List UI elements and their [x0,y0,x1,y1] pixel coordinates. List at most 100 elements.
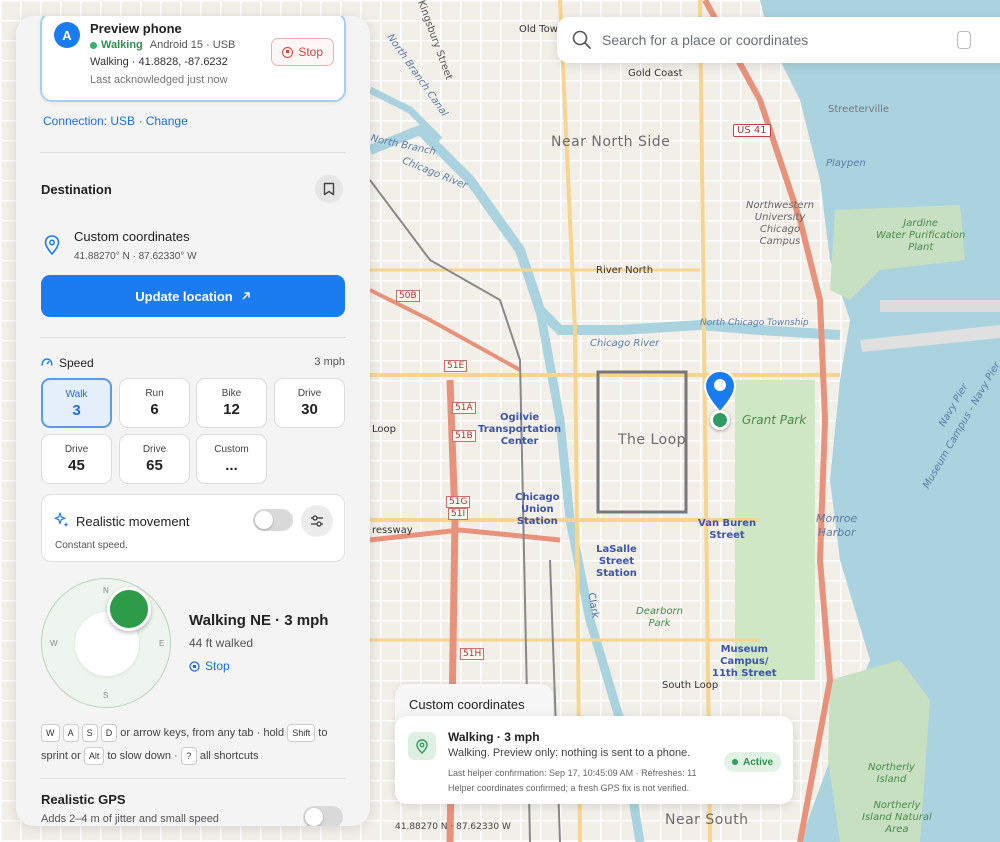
speed-mode-value: 45 [68,457,85,474]
speed-mode-label: Custom [214,444,249,455]
key-alt: Alt [83,747,105,766]
device-ack: Last acknowledged just now [90,74,228,86]
speed-title: Speed [59,356,94,370]
active-dot-icon [732,759,738,765]
map-route-51h: 51H [460,648,485,660]
device-name: Preview phone [90,21,182,36]
map-route-50b: 50B [396,290,420,302]
speed-value: 3 mph [314,356,345,368]
destination-pin-icon[interactable] [704,370,736,414]
speed-mode-label: Drive [297,388,322,399]
external-arrow-icon [242,292,250,300]
map-label-northerly-island: Northerly Island [868,762,915,785]
realistic-gps-subtitle: Adds 2–4 m of jitter and small speed [41,813,219,825]
speed-mode-value: 3 [72,402,81,419]
compass-south: S [103,691,109,700]
direction-joystick[interactable]: N S E W [41,578,171,708]
realistic-movement-card: Realistic movement Constant speed. [41,494,345,562]
joystick-knob[interactable] [107,587,151,631]
status-dot-icon [90,41,97,49]
realistic-movement-title: Realistic movement [76,514,190,529]
map-route-51g: 51G [446,496,471,508]
speed-mode-drive-65[interactable]: Drive 65 [119,434,190,484]
device-status: Walking Android 15 · USB [90,39,235,51]
key-s: S [81,724,98,743]
toggle-knob [305,808,323,826]
key-question: ? [180,747,197,766]
map-label-lasalle: LaSalle Street Station [596,544,637,579]
info-title: Walking · 3 mph [448,730,540,744]
key-w: W [41,724,60,743]
map-route-51b: 51B [452,430,476,442]
speed-mode-label: Drive [142,444,167,455]
map-label-streeterville: Streeterville [828,104,890,115]
info-verification-note: Helper coordinates confirmed; a fresh GP… [448,783,690,793]
key-d: D [100,724,118,743]
realistic-gps-toggle[interactable] [303,806,343,826]
update-location-label: Update location [135,288,233,304]
speed-mode-value: ... [225,457,238,474]
speed-mode-label: Bike [221,388,242,399]
info-tab-label: Custom coordinates [409,697,525,712]
update-location-button[interactable]: Update location [41,275,345,317]
device-card[interactable]: A Preview phone Walking Android 15 · USB… [40,16,346,102]
coordinate-readout: 41.88270 N · 87.62330 W [395,822,511,832]
sparkle-icon [54,512,69,528]
walking-stop-label: Stop [205,659,230,673]
status-badge-label: Active [743,756,774,768]
realistic-movement-subtitle: Constant speed. [55,540,128,551]
speed-mode-value: 30 [301,401,318,418]
speed-mode-value: 6 [150,401,159,418]
map-label-loop: Loop [372,424,396,435]
speed-mode-label: Walk [65,389,88,400]
speed-mode-drive-45[interactable]: Drive 45 [41,434,112,484]
map-shield-us41: US 41 [733,124,771,137]
location-badge [408,732,436,760]
speed-mode-run[interactable]: Run 6 [119,378,190,428]
map-route-51a: 51A [452,402,476,414]
device-stop-button[interactable]: Stop [271,38,334,66]
hint-text-1: or arrow keys, from any tab · hold [120,727,285,739]
bookmark-button[interactable] [315,175,343,203]
info-confirmation: Last helper confirmation: Sep 17, 10:45:… [448,768,697,778]
destination-name: Custom coordinates [74,229,190,244]
map-label-gold-coast: Gold Coast [628,68,683,79]
compass-east: E [159,639,165,648]
speed-mode-value: 65 [146,457,163,474]
keyboard-hints: W A S D or arrow keys, from any tab · ho… [41,722,351,768]
speed-mode-custom[interactable]: Custom ... [196,434,267,484]
map-label-dearborn-park: Dearborn Park [636,606,684,629]
map-label-river-north: River North [596,265,654,276]
key-shift: Shift [287,724,316,743]
realistic-movement-toggle[interactable] [253,509,293,531]
walking-stop-button[interactable]: Stop [189,659,230,673]
connection-link[interactable]: Connection: USB · Change [43,114,188,128]
speed-mode-drive-30[interactable]: Drive 30 [274,378,345,428]
map-label-museum-campus: Museum Campus/ 11th Street [712,644,777,679]
device-meta: Android 15 · USB [149,39,236,51]
map-label-expressway: ressway [372,525,413,536]
map-label-van-buren: Van Buren Street [698,518,757,541]
speed-mode-bike[interactable]: Bike 12 [196,378,267,428]
location-pin-icon [44,235,60,255]
shortcut-key-icon [957,31,971,49]
map-label-the-loop: The Loop [618,432,687,448]
speed-mode-walk[interactable]: Walk 3 [41,378,112,428]
map-label-jardine: Jardine Water Purification Plant [876,218,966,253]
map-label-monroe-harbor: Monroe Harbor [816,512,858,539]
search-input[interactable] [602,32,982,48]
info-description: Walking. Preview only: nothing is sent t… [448,747,691,759]
divider [40,337,346,338]
location-pin-icon [416,738,428,754]
status-badge: Active [724,752,782,772]
map-label-near-north-side: Near North Side [551,134,671,150]
stop-icon [189,660,200,672]
speedometer-icon [41,358,53,366]
map-label-ogilvie: Ogilvie Transportation Center [478,412,562,447]
speed-mode-label: Drive [64,444,89,455]
search-bar [557,17,1000,63]
device-avatar: A [54,22,80,48]
movement-settings-button[interactable] [301,505,333,537]
status-info-card: Walking · 3 mph Walking. Preview only: n… [395,716,793,804]
realistic-gps-title: Realistic GPS [41,792,126,807]
